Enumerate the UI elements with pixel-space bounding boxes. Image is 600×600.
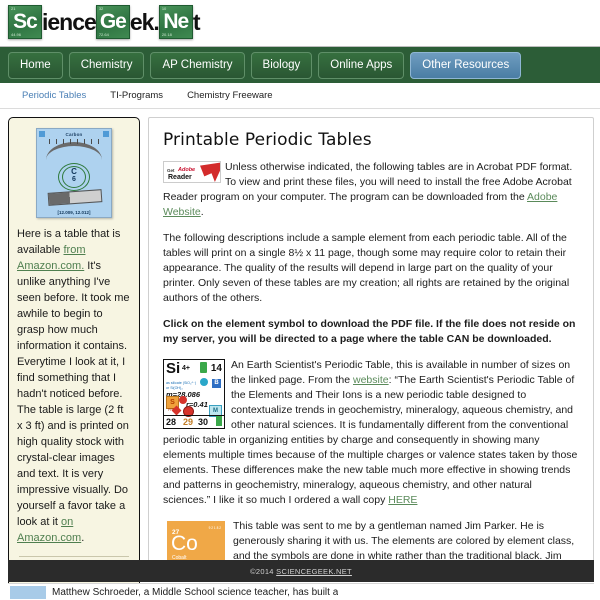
carbon-card-corner-left-icon [39, 131, 45, 137]
paragraph-adobe: Get Adobe Reader Unless otherwise indica… [163, 160, 579, 220]
si-tile-green-bar-icon [200, 362, 207, 373]
logo-text-ience: ience [42, 9, 97, 35]
si-tile-isotope-row: 28 29 30 [164, 415, 224, 428]
nav-item-online-apps[interactable]: Online Apps [318, 51, 405, 79]
carbon-card-corner-right-icon [103, 131, 109, 137]
carbon-card-atomic-number: 6 [72, 176, 76, 183]
paragraph-earth-scientist: Si 4+ 14 as silicate (SiO₄⁴⁻) or Si(OH)₄… [163, 358, 579, 508]
subnav-item-chemistry-freeware[interactable]: Chemistry Freeware [175, 83, 285, 109]
logo-tile-sc-mass: 44.96 [11, 32, 22, 37]
si-tile-symbol: Si [166, 360, 181, 377]
page-root: 21 Sc 44.96 ience 32 Ge 72.64 ek. 10 Ne … [0, 0, 600, 600]
logo-text-t: t [192, 9, 201, 35]
nav-item-biology[interactable]: Biology [250, 51, 313, 79]
adobe-badge-reader-text: Reader [168, 174, 192, 181]
footer-copyright-text: ©2014 [250, 566, 277, 576]
carbon-card-band-icon [47, 189, 103, 206]
main-navigation: Home Chemistry AP Chemistry Biology Onli… [0, 46, 600, 83]
main-content: Printable Periodic Tables Get Adobe Read… [148, 117, 594, 572]
bottom-partial-tile-icon[interactable] [10, 585, 46, 599]
si-tile-isotope-1: 28 [166, 417, 177, 427]
logo-tile-ne-mass: 20.18 [161, 32, 172, 37]
logo-tile-ne: 10 Ne 20.18 [158, 5, 193, 39]
logo-text-ek: ek. [129, 9, 160, 35]
sidebar-divider [19, 556, 129, 557]
si-tile-isotope-2: 29 [183, 417, 194, 427]
site-footer: ©2014 SCIENCEGEEK.NET [8, 560, 594, 582]
footer-site-link[interactable]: SCIENCEGEEK.NET [276, 567, 352, 576]
si-tile-isotope-3: 30 [198, 417, 209, 427]
adobe-reader-badge-icon[interactable]: Get Adobe Reader [163, 161, 221, 183]
paragraph-click-instruction: Click on the element symbol to download … [163, 318, 576, 345]
si-tile-cyan-circle-icon [200, 378, 208, 386]
footer-copyright: ©2014 SCIENCEGEEK.NET [250, 567, 352, 576]
sidebar-text-part-3: . [81, 532, 85, 544]
bottom-partial-row: Matthew Schroeder, a Middle School scien… [8, 583, 594, 600]
earth-scientist-text-2: : “The Earth Scientist's Periodic Table … [163, 374, 578, 506]
bottom-partial-text: Matthew Schroeder, a Middle School scien… [52, 586, 339, 598]
carbon-card-ticks-icon [47, 139, 101, 147]
paragraph-adobe-text-1: Unless otherwise indicated, the followin… [163, 161, 573, 203]
logo-tile-ge: 32 Ge 72.64 [95, 5, 130, 39]
site-header: 21 Sc 44.96 ience 32 Ge 72.64 ek. 10 Ne … [0, 0, 600, 46]
si-tile-badge-b: B [212, 379, 221, 388]
logo-tile-sc-symbol: Sc [13, 10, 38, 33]
carbon-card-symbol: C [71, 167, 77, 176]
logo-tile-ne-symbol: Ne [163, 10, 189, 33]
page-title: Printable Periodic Tables [163, 130, 372, 150]
nav-item-other-resources[interactable]: Other Resources [410, 51, 522, 79]
earth-scientist-website-link[interactable]: website [353, 374, 389, 386]
earth-scientist-here-link[interactable]: HERE [388, 494, 417, 506]
si-tile-green-bar-2-icon [216, 416, 222, 426]
body-wrapper: Carbon C 6 [12.009, 12.012] Here is a ta… [0, 109, 600, 600]
subnav-item-ti-programs[interactable]: TI-Programs [98, 83, 175, 109]
carbon-element-card-image[interactable]: Carbon C 6 [12.009, 12.012] [36, 128, 112, 218]
paragraph-descriptions: The following descriptions include a sam… [163, 232, 570, 304]
paragraph-adobe-text-2: . [200, 206, 204, 218]
carbon-card-mass-range: [12.009, 12.012] [57, 210, 91, 215]
logo-tile-sc: 21 Sc 44.96 [8, 5, 42, 39]
sidebar-text-part-2: It's unlike anything I've seen before. I… [17, 260, 130, 528]
adobe-swoosh-icon [200, 162, 220, 182]
nav-item-chemistry[interactable]: Chemistry [68, 51, 145, 79]
sidebar-description: Here is a table that is available from A… [17, 226, 131, 546]
logo-tile-ge-symbol: Ge [99, 10, 127, 33]
subnav-item-periodic-tables[interactable]: Periodic Tables [10, 83, 98, 109]
nav-item-ap-chemistry[interactable]: AP Chemistry [150, 51, 245, 79]
co-tile-shell-config: 9 2 1 8 2 [208, 526, 221, 530]
sidebar: Carbon C 6 [12.009, 12.012] Here is a ta… [8, 117, 140, 600]
sub-navigation: Periodic Tables TI-Programs Chemistry Fr… [0, 83, 600, 109]
site-logo[interactable]: 21 Sc 44.96 ience 32 Ge 72.64 ek. 10 Ne … [8, 4, 600, 40]
carbon-card-title: Carbon [65, 132, 83, 137]
si-tile-atomic-number: 14 [210, 363, 222, 374]
si-tile-charge: 4+ [182, 365, 190, 372]
silicon-element-tile-image[interactable]: Si 4+ 14 as silicate (SiO₄⁴⁻) or Si(OH)₄… [163, 359, 225, 429]
logo-tile-ge-mass: 72.64 [98, 32, 109, 37]
nav-item-home[interactable]: Home [8, 51, 63, 79]
